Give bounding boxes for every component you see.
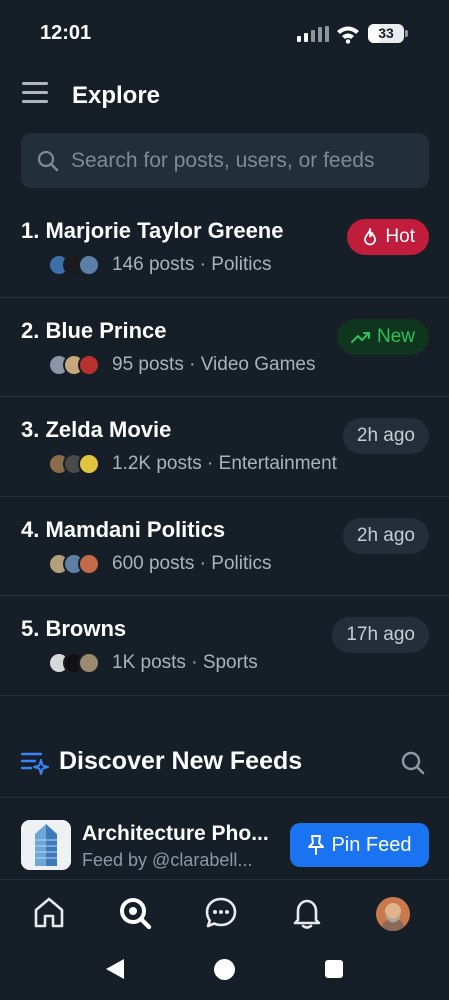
topic-badge: New	[336, 319, 429, 355]
feed-name: Architecture Pho...	[82, 822, 269, 845]
search-icon	[37, 150, 59, 172]
pin-feed-label: Pin Feed	[331, 833, 412, 856]
status-time: 12:01	[40, 22, 92, 44]
badge-label: Hot	[385, 226, 415, 247]
trending-topic-item[interactable]: 3. Zelda Movie 1.2K posts · Entertainmen…	[0, 397, 449, 497]
back-triangle-icon[interactable]	[104, 958, 126, 980]
feed-author: Feed by @clarabell...	[82, 850, 253, 870]
avatar-stack	[48, 652, 100, 675]
status-bar: 12:01 33	[0, 0, 449, 66]
fire-icon	[364, 228, 377, 246]
trending-up-icon	[350, 332, 370, 343]
user-avatar	[78, 652, 100, 675]
avatar-stack	[48, 552, 100, 575]
avatar-stack	[48, 254, 100, 276]
user-avatar	[78, 453, 100, 476]
user-avatar	[78, 354, 100, 376]
discover-title: Discover New Feeds	[59, 747, 303, 775]
topic-title: 3. Zelda Movie	[21, 417, 172, 443]
trending-list: 1. Marjorie Taylor Greene 146 posts · Po…	[0, 198, 449, 696]
topic-title: 2. Blue Prince	[21, 318, 167, 343]
bottom-navigation	[0, 880, 449, 948]
profile-avatar[interactable]	[376, 897, 410, 931]
badge-label: New	[376, 326, 415, 347]
chat-icon[interactable]	[204, 896, 238, 930]
topic-meta: 146 posts · Politics	[48, 252, 271, 278]
topic-badge: 17h ago	[332, 617, 429, 654]
header: Explore	[0, 66, 449, 126]
topic-title: 4. Mamdani Politics	[21, 516, 226, 542]
topic-meta-text: 95 posts · Video Games	[112, 354, 316, 375]
home-circle-icon[interactable]	[214, 959, 235, 980]
topic-meta: 1.2K posts · Entertainment	[48, 451, 337, 477]
trending-topic-item[interactable]: 1. Marjorie Taylor Greene 146 posts · Po…	[0, 198, 449, 298]
home-icon[interactable]	[32, 896, 66, 930]
battery-level: 33	[378, 25, 394, 41]
trending-topic-item[interactable]: 5. Browns 1K posts · Sports 17h ago	[0, 596, 449, 696]
user-avatar	[78, 552, 100, 575]
pin-feed-button[interactable]: Pin Feed	[290, 823, 429, 867]
discover-feeds-icon	[21, 752, 49, 775]
avatar-stack	[48, 354, 100, 376]
search-bar[interactable]	[21, 133, 429, 188]
recent-apps-icon[interactable]	[325, 960, 343, 978]
badge-label: 2h ago	[356, 425, 415, 447]
pin-icon	[308, 835, 325, 855]
discover-section-header: Discover New Feeds	[0, 728, 449, 798]
wifi-icon	[337, 26, 359, 44]
search-input[interactable]	[71, 133, 423, 188]
topic-badge: 2h ago	[342, 517, 429, 554]
topic-badge: Hot	[347, 219, 429, 255]
topic-meta-text: 146 posts · Politics	[112, 254, 272, 275]
system-navigation-bar	[0, 948, 449, 1000]
topic-meta: 1K posts · Sports	[48, 650, 258, 676]
page-title: Explore	[72, 82, 161, 109]
notifications-bell-icon[interactable]	[290, 896, 324, 930]
explore-search-icon[interactable]	[118, 896, 152, 930]
topic-meta-text: 600 posts · Politics	[112, 552, 272, 574]
topic-meta-text: 1.2K posts · Entertainment	[112, 453, 337, 475]
topic-badge: 2h ago	[342, 418, 429, 455]
discover-search-icon[interactable]	[400, 750, 426, 776]
trending-topic-item[interactable]: 4. Mamdani Politics 600 posts · Politics…	[0, 497, 449, 597]
topic-meta: 600 posts · Politics	[48, 551, 271, 577]
cellular-signal-icon	[297, 26, 329, 42]
topic-meta-text: 1K posts · Sports	[112, 652, 258, 674]
feed-avatar	[21, 820, 71, 870]
badge-label: 17h ago	[346, 624, 415, 646]
menu-icon[interactable]	[22, 82, 52, 108]
avatar-stack	[48, 453, 100, 476]
topic-meta: 95 posts · Video Games	[48, 352, 315, 378]
topic-title: 5. Browns	[21, 616, 127, 642]
topic-title: 1. Marjorie Taylor Greene	[21, 218, 284, 243]
user-avatar	[78, 254, 100, 276]
trending-topic-item[interactable]: 2. Blue Prince 95 posts · Video Games Ne…	[0, 298, 449, 398]
badge-label: 2h ago	[356, 524, 415, 546]
battery-icon: 33	[368, 24, 408, 43]
